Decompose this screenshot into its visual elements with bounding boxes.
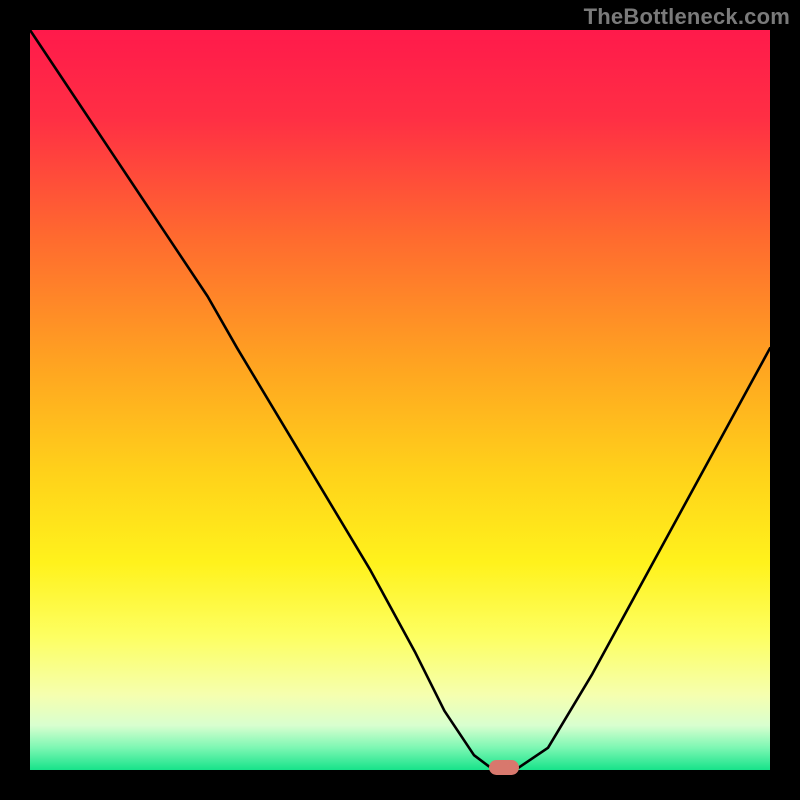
gradient-background	[30, 30, 770, 770]
watermark-text: TheBottleneck.com	[584, 4, 790, 30]
plot-area	[30, 30, 770, 770]
chart-frame: TheBottleneck.com	[0, 0, 800, 800]
optimal-point-marker	[489, 760, 519, 775]
chart-svg	[30, 30, 770, 770]
